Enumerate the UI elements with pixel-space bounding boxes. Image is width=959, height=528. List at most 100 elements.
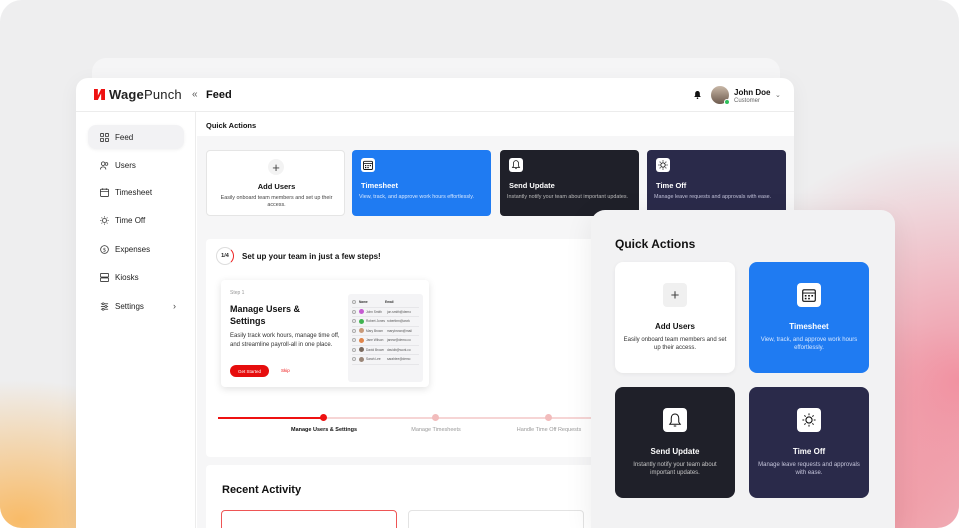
checkbox xyxy=(352,328,356,333)
table-header: Name Email xyxy=(352,298,419,308)
card-description: View, track, and approve work hours effo… xyxy=(760,337,858,351)
sidebar-item-settings[interactable]: Settings › xyxy=(88,294,184,318)
notification-bell-icon[interactable] xyxy=(694,91,701,99)
row-name: Sarah Lee xyxy=(366,357,381,362)
sidebar-item-expenses[interactable]: $ Expenses xyxy=(88,237,184,261)
gear-icon xyxy=(100,301,109,311)
avatar xyxy=(359,347,364,353)
page-title: Feed xyxy=(206,89,232,101)
step-title: Manage Users & Settings xyxy=(230,304,301,326)
checkbox xyxy=(352,309,356,314)
sidebar-item-users[interactable]: Users xyxy=(88,153,184,177)
row-email: robertbrn@work xyxy=(387,319,410,324)
progress-step-label: Manage Timesheets xyxy=(411,427,461,433)
avatar xyxy=(359,309,364,315)
step-label: Step 1 xyxy=(230,290,245,296)
logo[interactable]: Wage Punch xyxy=(94,87,182,102)
row-email: jon.smith@demo xyxy=(387,309,411,314)
card-description: View, track, and approve work hours effo… xyxy=(359,194,475,200)
card-title: Add Users xyxy=(654,322,695,331)
step-description: Easily track work hours, manage time off… xyxy=(230,333,340,348)
table-row: Sarah Lee sarahlee@demo xyxy=(352,355,419,365)
sidebar-item-timesheet[interactable]: Timesheet xyxy=(88,180,184,204)
card-title: Send Update xyxy=(650,447,700,456)
sidebar-item-label: Expenses xyxy=(115,244,151,254)
add-users-card[interactable]: + Add Users Easily onboard team members … xyxy=(206,150,345,216)
get-started-button[interactable]: Get Started xyxy=(230,365,269,377)
progress-fill xyxy=(218,417,324,419)
row-name: John Smith xyxy=(366,309,382,314)
bell-icon xyxy=(509,158,523,172)
card-description: Instantly notify your team about importa… xyxy=(507,194,629,200)
row-name: Mary Brown xyxy=(366,328,384,333)
users-icon xyxy=(100,160,109,170)
progress-step-dot[interactable] xyxy=(432,414,439,421)
card-description: Manage leave requests and approvals with… xyxy=(654,194,772,200)
row-name: Robert Jones xyxy=(366,319,385,324)
sidebar-item-time-off[interactable]: Time Off xyxy=(88,208,184,232)
row-email: sarahlee@demo xyxy=(387,357,411,362)
timesheet-card[interactable]: Timesheet View, track, and approve work … xyxy=(749,262,869,373)
avatar xyxy=(359,337,364,343)
time-off-card[interactable]: Time Off Manage leave requests and appro… xyxy=(749,387,869,498)
sidebar-item-label: Users xyxy=(115,160,136,170)
activity-card[interactable] xyxy=(221,510,397,528)
avatar[interactable] xyxy=(711,86,730,105)
send-update-card[interactable]: Send Update Instantly notify your team a… xyxy=(615,387,735,498)
user-name: John Doe xyxy=(734,88,771,97)
sidebar: Feed Users Timesheet Time Off $ Expenses… xyxy=(76,112,196,528)
checkbox xyxy=(352,347,356,352)
progress-step-label: Manage Users & Settings xyxy=(290,427,358,433)
card-title: Time Off xyxy=(656,181,687,190)
checkbox xyxy=(352,300,356,305)
users-preview-table: Name Email John Smith jon.smith@demo Robe… xyxy=(348,294,423,382)
skip-button[interactable]: Skip xyxy=(281,368,290,373)
card-title: Timesheet xyxy=(789,322,829,331)
setup-progress-badge: 1/4 xyxy=(216,247,234,265)
dollar-icon: $ xyxy=(100,244,109,254)
logo-text: Punch xyxy=(144,87,182,102)
recent-activity-title: Recent Activity xyxy=(222,484,302,496)
sidebar-item-label: Feed xyxy=(115,132,134,142)
row-email: janew@demo.co xyxy=(387,338,411,343)
table-row: Jane Wilson janew@demo.co xyxy=(352,336,419,346)
checkbox xyxy=(352,357,356,362)
avatar xyxy=(359,356,364,362)
bell-icon xyxy=(663,408,687,432)
progress-step-dot[interactable] xyxy=(545,414,552,421)
sidebar-item-label: Settings xyxy=(115,301,144,311)
collapse-sidebar-icon[interactable]: « xyxy=(192,89,198,100)
chevron-right-icon: › xyxy=(173,301,176,311)
calendar-icon xyxy=(100,187,109,197)
add-users-card[interactable]: + Add Users Easily onboard team members … xyxy=(615,262,735,373)
kiosk-icon xyxy=(100,272,109,282)
row-email: marybrown@mail xyxy=(387,328,412,333)
card-description: Easily onboard team members and set up t… xyxy=(220,195,333,208)
progress-step-label: Handle Time Off Requests xyxy=(516,427,582,433)
user-role: Customer xyxy=(734,98,761,104)
plus-icon: + xyxy=(663,283,687,307)
table-row: Robert Jones robertbrn@work xyxy=(352,317,419,327)
send-update-card[interactable]: Send Update Instantly notify your team a… xyxy=(500,150,639,216)
sidebar-item-feed[interactable]: Feed xyxy=(88,125,184,149)
calendar-icon xyxy=(797,283,821,307)
overlay-title: Quick Actions xyxy=(615,237,696,251)
time-off-card[interactable]: Time Off Manage leave requests and appro… xyxy=(647,150,786,216)
sun-icon xyxy=(100,215,109,225)
table-row: David Brown davidb@work.co xyxy=(352,346,419,355)
avatar xyxy=(359,328,364,334)
column-header: Name xyxy=(359,300,368,305)
top-bar: Wage Punch « Feed John Doe Customer ⌄ xyxy=(76,78,794,112)
logo-text-bold: Wage xyxy=(109,87,144,102)
svg-text:$: $ xyxy=(103,247,106,253)
card-title: Send Update xyxy=(509,181,555,190)
progress-step-dot[interactable] xyxy=(320,414,327,421)
card-description: Instantly notify your team about importa… xyxy=(633,462,717,476)
activity-card[interactable] xyxy=(408,510,584,528)
sidebar-item-kiosks[interactable]: Kiosks xyxy=(88,265,184,289)
chevron-down-icon[interactable]: ⌄ xyxy=(775,91,781,99)
sidebar-item-label: Kiosks xyxy=(115,272,139,282)
timesheet-card[interactable]: Timesheet View, track, and approve work … xyxy=(352,150,491,216)
step-card: Step 1 Manage Users & Settings Easily tr… xyxy=(221,280,429,387)
card-title: Time Off xyxy=(792,447,826,456)
